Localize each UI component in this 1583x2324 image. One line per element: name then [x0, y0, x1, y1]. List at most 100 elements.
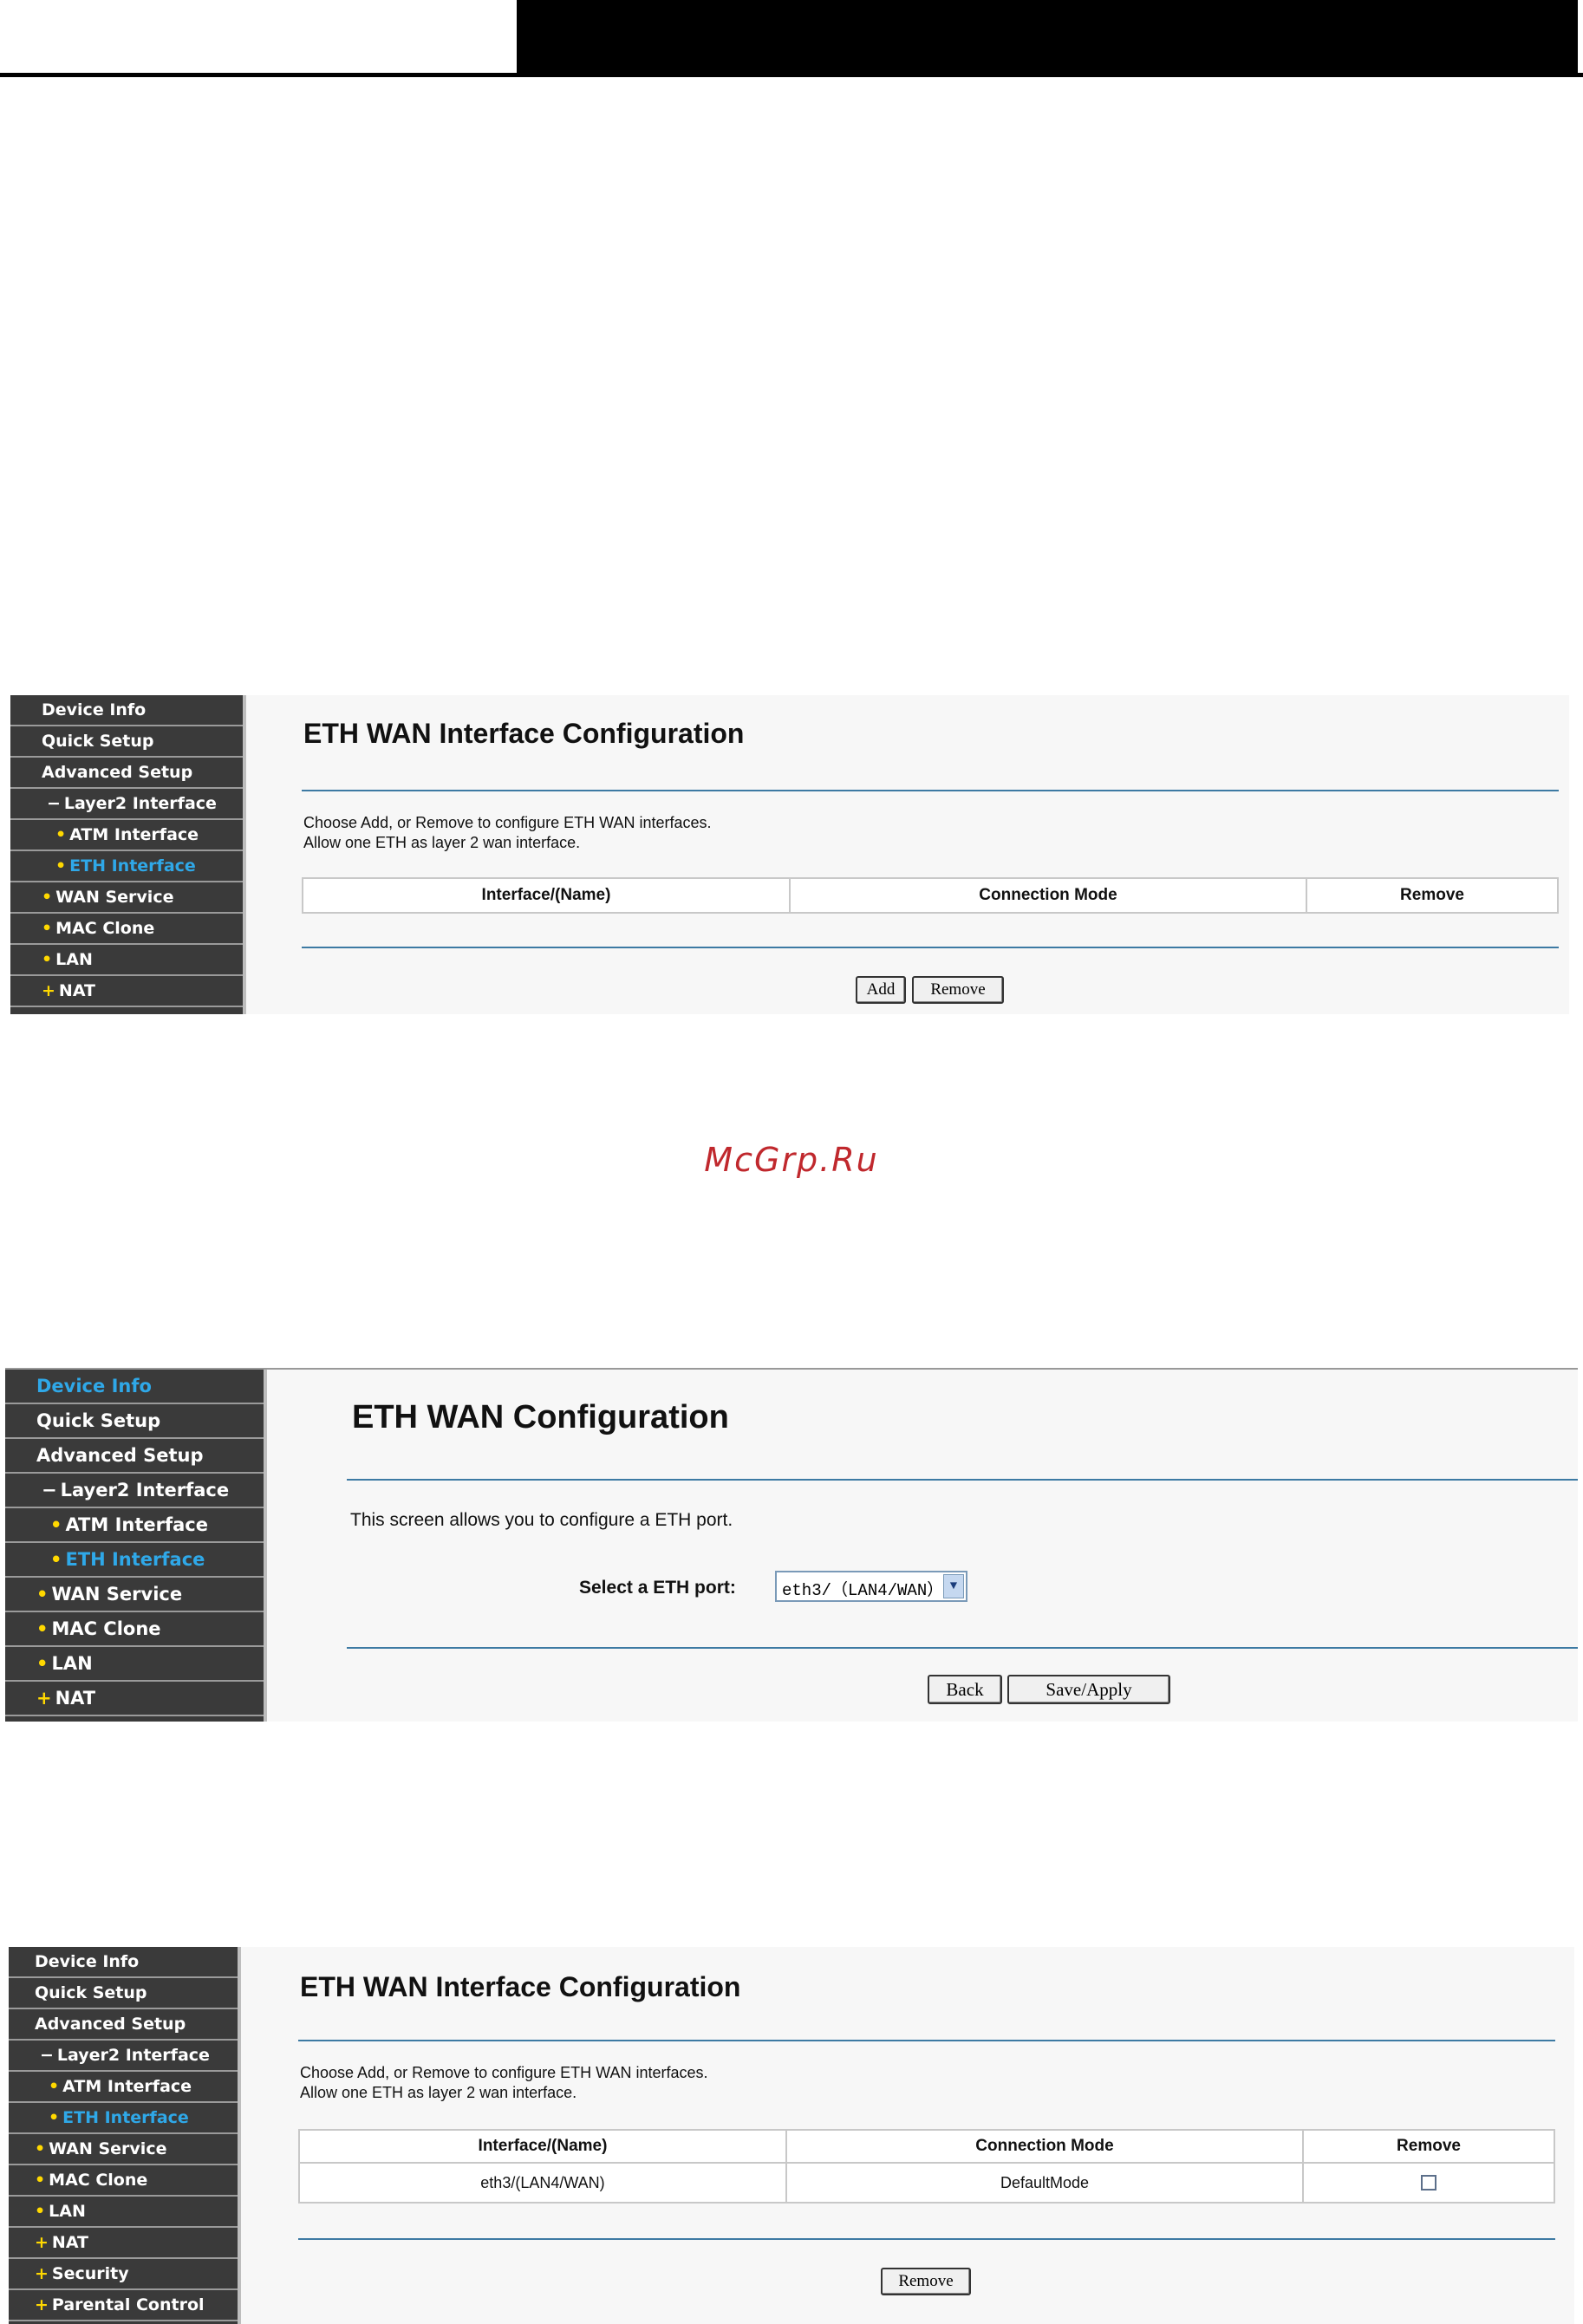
sidebar-item-device-info[interactable]: Device Info: [10, 695, 243, 726]
sidebar-item-label: Device Info: [35, 1952, 140, 1971]
sidebar-item-eth-interface[interactable]: • ETH Interface: [9, 2103, 238, 2134]
header-rule: [0, 73, 1583, 77]
sidebar-item-label: ETH Interface: [62, 2108, 189, 2127]
sidebar-item-wan-service[interactable]: • WAN Service: [9, 2134, 238, 2165]
sidebar-item-security[interactable]: + Security: [9, 2259, 238, 2290]
description: This screen allows you to configure a ET…: [350, 1510, 733, 1530]
main-panel: ETH WAN Interface Configuration Choose A…: [246, 695, 1569, 1014]
sidebar-item-label: NAT: [55, 1688, 96, 1709]
col-interface: Interface/(Name): [302, 877, 791, 914]
sidebar-item-lan[interactable]: • LAN: [10, 945, 243, 976]
bullet-icon: •: [35, 2202, 46, 2221]
interface-table: Interface/(Name) Connection Mode Remove …: [298, 2129, 1555, 2204]
bullet-icon: •: [55, 856, 67, 876]
bullet-icon: •: [50, 1514, 62, 1535]
sidebar-item-device-info[interactable]: Device Info: [5, 1370, 264, 1404]
title-rule: [298, 2040, 1555, 2041]
col-connection-mode: Connection Mode: [789, 877, 1307, 914]
bullet-icon: •: [55, 825, 67, 844]
remove-button[interactable]: Remove: [881, 2268, 971, 2295]
sidebar-item-mac-clone[interactable]: • MAC Clone: [10, 914, 243, 945]
sidebar-item-mac-clone[interactable]: • MAC Clone: [9, 2165, 238, 2197]
screenshot-eth-wan-configuration: Device Info Quick Setup Advanced Setup − Lay…: [5, 1368, 1578, 1722]
bottom-rule: [347, 1647, 1578, 1649]
sidebar-item-lan[interactable]: • LAN: [5, 1647, 264, 1682]
sidebar-item-wan-service[interactable]: • WAN Service: [10, 882, 243, 914]
col-remove: Remove: [1302, 2129, 1555, 2164]
sidebar: Device Info Quick Setup Advanced Setup − Lay…: [10, 695, 246, 1014]
bullet-icon: •: [36, 1618, 49, 1639]
interface-table: Interface/(Name) Connection Mode Remove: [302, 877, 1559, 914]
sidebar-item-label: MAC Clone: [51, 1618, 161, 1639]
sidebar-item-label: WAN Service: [51, 1584, 183, 1605]
screenshot-eth-wan-interface-empty: Device Info Quick Setup Advanced Setup − Lay…: [10, 695, 1569, 1014]
expand-icon: +: [35, 2295, 49, 2314]
sidebar-item-label: MAC Clone: [49, 2171, 148, 2190]
sidebar-item-device-info[interactable]: Device Info: [9, 1947, 238, 1978]
header-bar: [517, 0, 1578, 73]
expand-icon: +: [35, 2264, 49, 2283]
bullet-icon: •: [36, 1653, 49, 1674]
collapse-icon: −: [47, 794, 61, 813]
sidebar-item-label: ATM Interface: [62, 2077, 192, 2096]
eth-port-select[interactable]: eth3/（LAN4/WAN） ▼: [775, 1571, 967, 1602]
sidebar-item-wan-service[interactable]: • WAN Service: [5, 1578, 264, 1612]
sidebar-item-atm-interface[interactable]: • ATM Interface: [9, 2072, 238, 2103]
title-rule: [347, 1479, 1578, 1481]
sidebar-item-quick-setup[interactable]: Quick Setup: [10, 726, 243, 758]
description: Choose Add, or Remove to configure ETH W…: [300, 2064, 708, 2102]
sidebar-item-label: Parental Control: [51, 2295, 205, 2314]
collapse-icon: −: [40, 2046, 54, 2065]
sidebar-item-nat[interactable]: + NAT: [10, 976, 243, 1007]
sidebar-item-label: NAT: [58, 981, 96, 1000]
sidebar-item-layer2-interface[interactable]: − Layer2 Interface: [9, 2041, 238, 2072]
sidebar-item-label: Layer2 Interface: [63, 794, 217, 813]
watermark: McGrp.Ru: [704, 1141, 879, 1179]
sidebar-item-atm-interface[interactable]: • ATM Interface: [10, 820, 243, 851]
bullet-icon: •: [49, 2108, 60, 2127]
sidebar-item-nat[interactable]: + NAT: [9, 2228, 238, 2259]
sidebar-item-label: Device Info: [36, 1376, 152, 1396]
sidebar-item-label: Device Info: [42, 700, 147, 719]
sidebar-item-label: Advanced Setup: [35, 2015, 186, 2034]
sidebar-item-advanced-setup[interactable]: Advanced Setup: [9, 2009, 238, 2041]
sidebar-item-advanced-setup[interactable]: Advanced Setup: [10, 758, 243, 789]
add-button[interactable]: Add: [856, 976, 906, 1004]
sidebar-item-atm-interface[interactable]: • ATM Interface: [5, 1508, 264, 1543]
bullet-icon: •: [42, 950, 53, 969]
sidebar-item-label: Quick Setup: [36, 1410, 161, 1431]
col-interface: Interface/(Name): [298, 2129, 787, 2164]
bullet-icon: •: [35, 2139, 46, 2158]
sidebar-item-eth-interface[interactable]: • ETH Interface: [10, 851, 243, 882]
sidebar-item-advanced-setup[interactable]: Advanced Setup: [5, 1439, 264, 1474]
table-header-row: Interface/(Name) Connection Mode Remove: [298, 2129, 1555, 2164]
sidebar-item-nat[interactable]: + NAT: [5, 1682, 264, 1716]
sidebar-item-quick-setup[interactable]: Quick Setup: [9, 1978, 238, 2009]
sidebar-item-label: Quick Setup: [42, 732, 154, 751]
sidebar-item-quick-setup[interactable]: Quick Setup: [5, 1404, 264, 1439]
sidebar-item-layer2-interface[interactable]: − Layer2 Interface: [5, 1474, 264, 1508]
save-apply-button[interactable]: Save/Apply: [1007, 1675, 1170, 1704]
chevron-down-icon[interactable]: ▼: [943, 1574, 964, 1598]
sidebar-item-eth-interface[interactable]: • ETH Interface: [5, 1543, 264, 1578]
sidebar-item-layer2-interface[interactable]: − Layer2 Interface: [10, 789, 243, 820]
cell-remove: [1302, 2162, 1555, 2204]
sidebar-item-label: WAN Service: [49, 2139, 167, 2158]
expand-icon: +: [36, 1688, 52, 1709]
remove-checkbox[interactable]: [1421, 2175, 1436, 2191]
sidebar-item-mac-clone[interactable]: • MAC Clone: [5, 1612, 264, 1647]
sidebar-item-label: ETH Interface: [65, 1549, 205, 1570]
cell-connection-mode: DefaultMode: [785, 2162, 1304, 2204]
sidebar-item-parental-control[interactable]: + Parental Control: [9, 2290, 238, 2321]
bullet-icon: •: [35, 2171, 46, 2190]
sidebar-item-label: ETH Interface: [69, 856, 196, 876]
sidebar-item-label: Layer2 Interface: [60, 1480, 230, 1501]
expand-icon: +: [42, 981, 55, 1000]
sidebar-item-lan[interactable]: • LAN: [9, 2197, 238, 2228]
sidebar-item-label: NAT: [51, 2233, 89, 2252]
back-button[interactable]: Back: [928, 1675, 1002, 1704]
bullet-icon: •: [49, 2077, 60, 2096]
remove-button[interactable]: Remove: [912, 976, 1004, 1004]
page-title: ETH WAN Interface Configuration: [300, 1971, 741, 2002]
expand-icon: +: [35, 2233, 49, 2252]
